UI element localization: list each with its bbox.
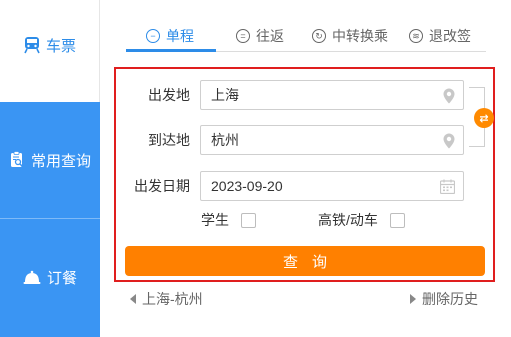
tab-transfer[interactable]: ↻ 中转换乘 [312, 22, 388, 50]
tab-label: 退改签 [429, 28, 471, 44]
triangle-left-icon [130, 294, 136, 304]
sidebar-divider [0, 218, 100, 219]
student-checkbox[interactable] [241, 212, 256, 228]
trip-type-tabs: − 单程 = 往返 ↻ 中转换乘 ≋ 退改签 [126, 22, 486, 52]
tab-label: 中转换乘 [332, 28, 388, 44]
tab-refund[interactable]: ≋ 退改签 [409, 22, 471, 50]
sidebar: 车票 常用查询 订餐 [0, 0, 100, 337]
location-pin-icon [443, 88, 455, 107]
sidebar-item-label: 车票 [45, 37, 76, 55]
sidebar-item-tickets[interactable]: 车票 [0, 30, 100, 60]
date-input[interactable]: 2023-09-20 [200, 171, 464, 201]
highspeed-checkbox[interactable] [389, 212, 405, 228]
date-row: 出发日期 2023-09-20 [124, 171, 464, 201]
train-icon [24, 36, 40, 54]
tab-round-trip[interactable]: = 往返 [236, 22, 284, 50]
sidebar-item-meal[interactable]: 订餐 [0, 262, 100, 292]
active-tab-underline [126, 49, 216, 52]
student-option: 学生 [201, 210, 256, 230]
round-trip-icon: = [236, 29, 250, 43]
tab-label: 单程 [166, 28, 194, 44]
date-label: 出发日期 [134, 178, 190, 194]
clear-history-button[interactable]: 删除历史 [410, 289, 478, 309]
sidebar-blue-panel [0, 102, 100, 337]
one-way-icon: − [146, 29, 160, 43]
departure-label: 出发地 [148, 87, 190, 103]
recent-search-text: 上海-杭州 [142, 291, 203, 307]
departure-row: 出发地 上海 [124, 80, 464, 110]
tab-label: 往返 [256, 28, 284, 44]
clear-history-label: 删除历史 [422, 291, 478, 307]
triangle-right-icon [410, 294, 416, 304]
swap-icon: ⇄ [479, 112, 489, 125]
tab-one-way[interactable]: − 单程 [146, 22, 194, 50]
departure-input[interactable]: 上海 [200, 80, 464, 110]
refund-icon: ≋ [409, 29, 423, 43]
sidebar-item-label: 常用查询 [30, 152, 91, 170]
sidebar-item-common-query[interactable]: 常用查询 [0, 145, 100, 175]
clipboard-search-icon [9, 151, 25, 169]
location-pin-icon [443, 133, 455, 152]
swap-stations-button[interactable]: ⇄ [474, 108, 494, 128]
arrival-value: 杭州 [211, 132, 239, 148]
highspeed-label: 高铁/动车 [318, 212, 378, 228]
search-button[interactable]: 查询 [125, 246, 485, 276]
sidebar-item-label: 订餐 [46, 269, 77, 287]
calendar-icon [439, 179, 456, 197]
meal-bell-icon [23, 269, 41, 285]
departure-value: 上海 [211, 87, 239, 103]
recent-search-item[interactable]: 上海-杭州 [130, 289, 203, 309]
arrival-row: 到达地 杭州 [124, 125, 464, 155]
arrival-input[interactable]: 杭州 [200, 125, 464, 155]
arrival-label: 到达地 [148, 132, 190, 148]
date-value: 2023-09-20 [211, 178, 283, 194]
highspeed-option: 高铁/动车 [318, 210, 405, 230]
student-label: 学生 [201, 212, 229, 228]
transfer-icon: ↻ [312, 29, 326, 43]
